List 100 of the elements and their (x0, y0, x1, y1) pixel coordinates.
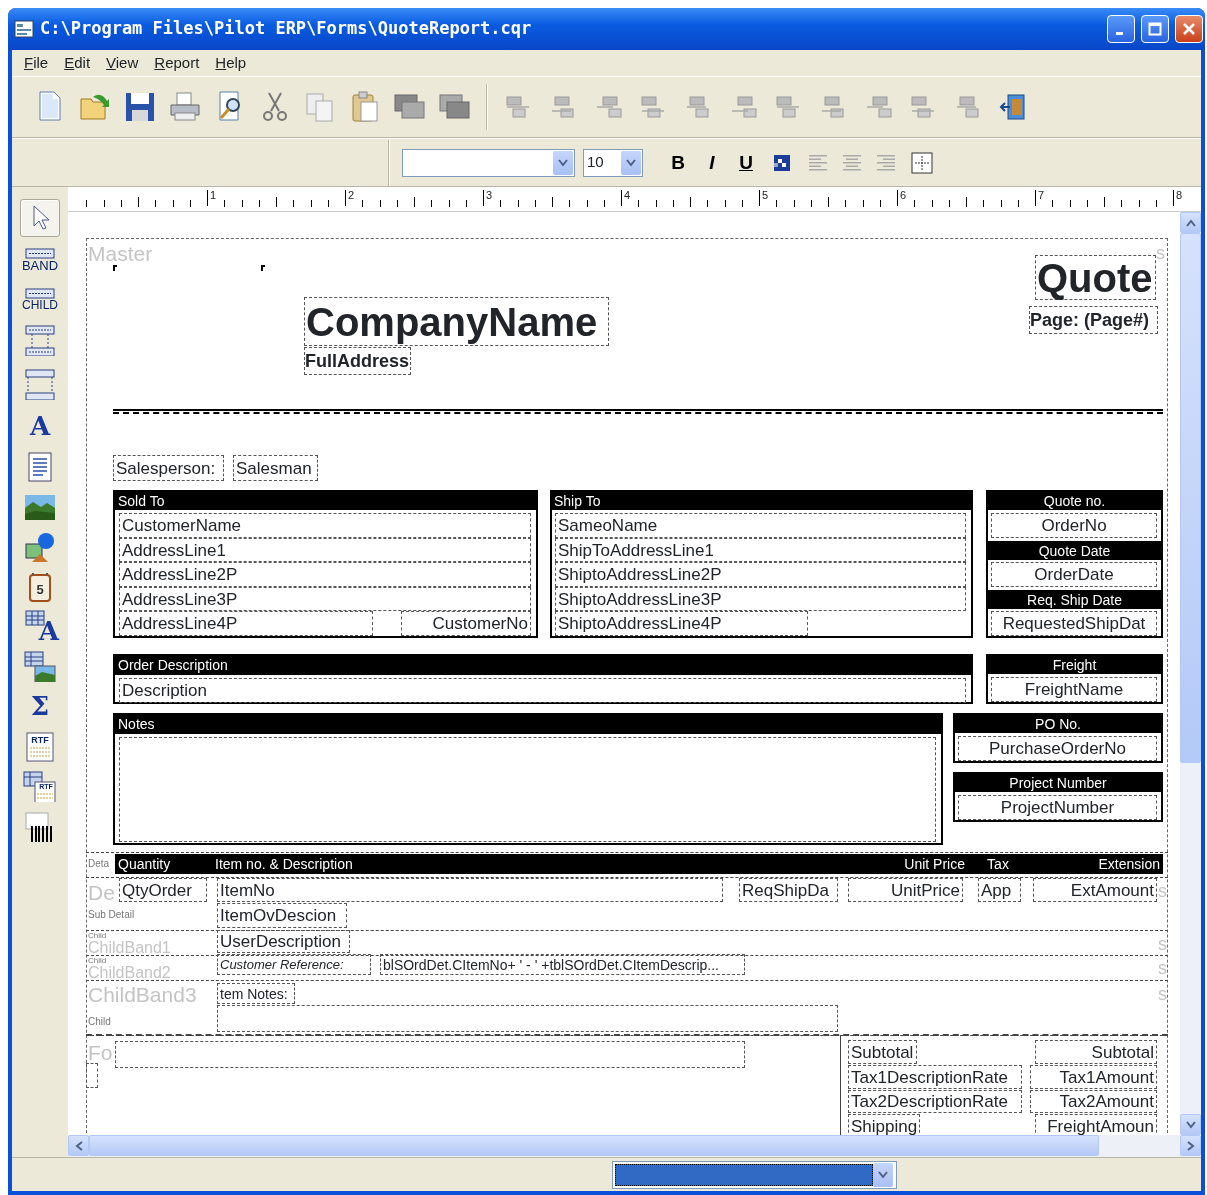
underline-button[interactable]: U (733, 149, 759, 176)
section-header: Quantity (115, 854, 212, 874)
menu-item[interactable]: File (16, 51, 57, 75)
ruler-number: 3 (483, 190, 493, 206)
band-marker: s (1158, 882, 1168, 900)
data-field: AddressLine1 (119, 538, 531, 562)
window-title: C:\Program Files\Pilot ERP\Forms\QuoteReport.cqr (40, 17, 533, 41)
data-field: SameoName (555, 513, 966, 538)
data-field: OrderNo (991, 513, 1157, 538)
band-marker: s (1158, 985, 1168, 1003)
band-marker: s (1158, 935, 1168, 953)
data-field: Subtotal (848, 1040, 917, 1064)
data-field: RequestedShipDat (991, 611, 1157, 636)
data-field: Tax2Amount (1030, 1090, 1157, 1113)
section-header: Ship To (551, 491, 972, 510)
ruler-number: 5 (759, 190, 769, 206)
band-tag: Child (88, 1016, 118, 1028)
font-size-combo[interactable]: 10 (583, 148, 643, 177)
band-marker: s (1158, 959, 1168, 977)
data-field: Description (119, 678, 966, 703)
band-tag: Sub Detail (88, 909, 148, 921)
section-header: Freight (987, 655, 1162, 674)
app-icon (14, 19, 34, 39)
report-heading: FullAddress (304, 347, 411, 375)
ruler-number: 8 (1173, 190, 1183, 206)
band-label: De (88, 880, 116, 904)
data-field: Tax1Amount (1030, 1065, 1157, 1089)
pointer-icon[interactable] (20, 199, 60, 237)
band-tag: Child (88, 931, 118, 940)
data-field: AddressLine2P (119, 562, 531, 587)
minimize-button[interactable] (1107, 15, 1135, 43)
scroll-thumb[interactable] (1180, 233, 1201, 763)
data-field: ExtAmount (1033, 878, 1157, 902)
section-header: Quote no. (987, 491, 1162, 510)
scroll-down-icon[interactable] (1180, 1114, 1201, 1135)
band-label: ChildBand1 (88, 940, 172, 955)
ruler-number: 7 (1035, 190, 1045, 206)
maximize-icon[interactable] (1148, 22, 1162, 36)
close-button[interactable] (1175, 15, 1203, 43)
data-field: Salesman (233, 455, 318, 481)
section-header: Item no. & Description (212, 854, 840, 874)
data-field: ItemOvDescion (217, 903, 347, 928)
section-header: PO No. (954, 714, 1162, 733)
scroll-up-icon[interactable] (1180, 212, 1201, 233)
font-name-combo[interactable] (402, 148, 575, 177)
data-field: AddressLine3P (119, 587, 531, 611)
band-marker: s (1156, 244, 1166, 262)
align-text-icon[interactable] (876, 152, 896, 173)
data-field: FreightName (991, 677, 1157, 702)
section-header: Unit Price (840, 854, 968, 874)
scroll-right-icon[interactable] (1180, 1135, 1201, 1156)
section-header: Tax (968, 854, 1028, 874)
data-field: ShiptoAddressLine3P (555, 587, 966, 611)
data-field: Salesperson: (113, 455, 224, 481)
close-icon[interactable] (1182, 22, 1196, 36)
ruler-number: 1 (207, 190, 217, 206)
text-label: Customer Reference: (217, 954, 371, 975)
report-heading: Page: (Page#) (1029, 306, 1158, 334)
menu-item[interactable]: Report (146, 51, 208, 75)
band-tag: Child (88, 956, 118, 965)
data-field: ShipToAddressLine1 (555, 538, 966, 562)
section-header: Order Description (115, 655, 972, 675)
maximize-button[interactable] (1141, 15, 1169, 43)
data-field: Tax2DescriptionRate (848, 1090, 1022, 1113)
band-label: ChildBand3 (88, 982, 198, 1006)
data-field: Subtotal (1035, 1040, 1157, 1064)
menu-item[interactable]: Help (207, 51, 255, 75)
vertical-scrollbar[interactable] (1180, 212, 1201, 1135)
band-dropdown[interactable] (612, 1160, 897, 1189)
italic-button[interactable]: I (699, 149, 725, 176)
section-header: Sold To (115, 491, 537, 510)
data-field: CustomerName (119, 513, 531, 538)
section-header: Notes (115, 714, 942, 734)
data-field: OrderDate (991, 562, 1157, 587)
band-label: Fo (88, 1040, 114, 1064)
scroll-left-icon[interactable] (68, 1135, 89, 1156)
color-icon[interactable] (773, 153, 791, 172)
align-text-icon[interactable] (808, 152, 828, 173)
data-field: blSOrdDet.CItemNo+ ' - ' +tblSOrdDet.CItemDescrip... (380, 954, 745, 975)
data-field: PurchaseOrderNo (958, 736, 1157, 761)
data-field: ProjectNumber (958, 795, 1157, 820)
section-header: Req. Ship Date (987, 590, 1162, 609)
frame-icon[interactable] (911, 151, 933, 174)
memo-field (86, 1063, 98, 1088)
align-text-icon[interactable] (842, 152, 862, 173)
menu-item[interactable]: View (98, 51, 147, 75)
data-field: ReqShipDa (739, 878, 838, 902)
ruler-number: 6 (897, 190, 907, 206)
data-field: App (978, 878, 1021, 902)
menu-item[interactable]: Edit (56, 51, 99, 75)
report-title: Quote (1035, 255, 1156, 300)
data-field: Tax1DescriptionRate (848, 1065, 1022, 1089)
band-tag: Deta (88, 858, 114, 870)
bold-button[interactable]: B (665, 149, 691, 176)
section-header: Quote Date (987, 541, 1162, 560)
section-header: Extension (1028, 854, 1163, 874)
ruler-number: 4 (621, 190, 631, 206)
data-field: tem Notes: (217, 983, 295, 1004)
band-label: ChildBand2 (88, 965, 172, 980)
data-field: CustomerNo (401, 611, 531, 636)
